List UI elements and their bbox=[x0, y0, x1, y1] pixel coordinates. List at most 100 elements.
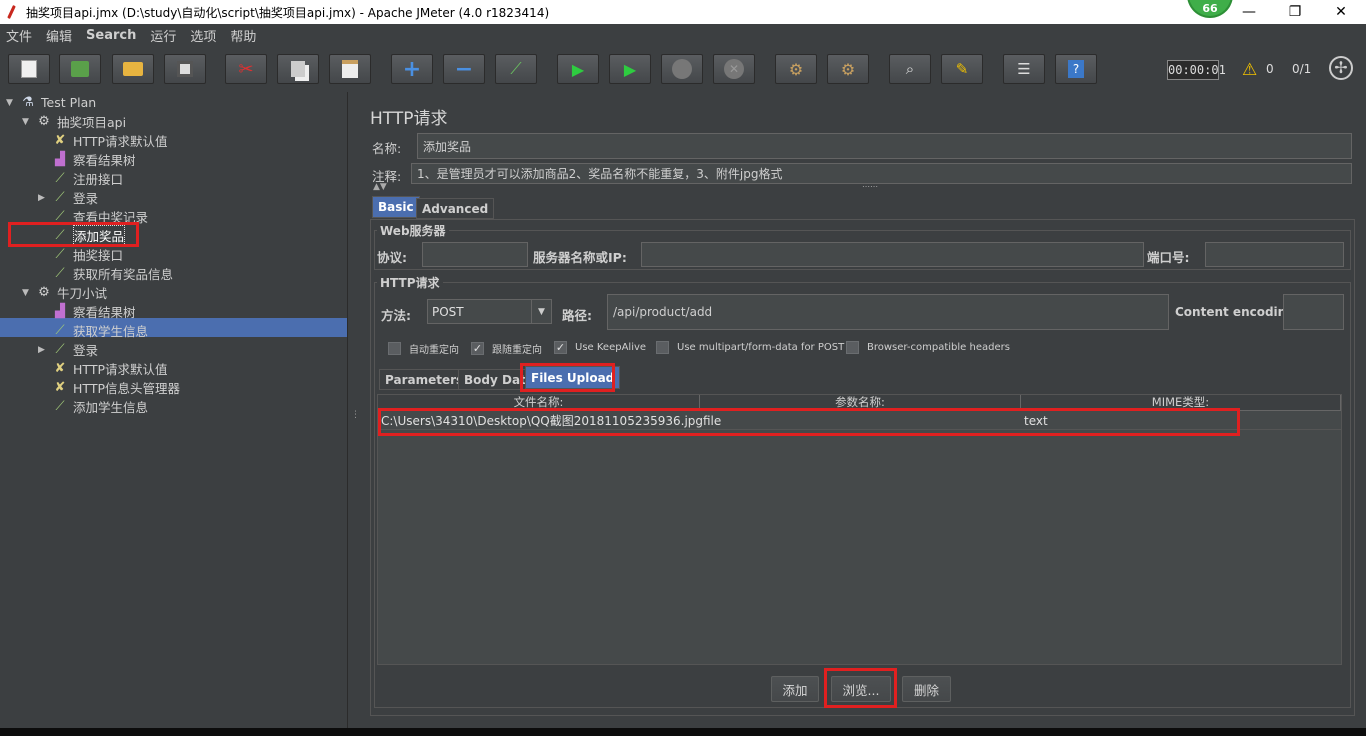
protocol-field[interactable] bbox=[422, 242, 528, 267]
chevron-down-icon[interactable]: ▼ bbox=[22, 288, 32, 298]
add-button[interactable]: 添加 bbox=[771, 676, 819, 702]
search-icon[interactable]: ⌕ bbox=[889, 54, 931, 84]
pipette-icon: ⟋ bbox=[55, 247, 65, 262]
tree-item[interactable]: ▼ ⚗ Test Plan bbox=[6, 93, 96, 112]
menu-options[interactable]: 选项 bbox=[190, 26, 216, 45]
pipette-icon: ⟋ bbox=[55, 266, 65, 281]
tree-item[interactable]: ▶ ⟋ 登录 bbox=[38, 188, 98, 207]
encoding-field[interactable] bbox=[1283, 294, 1344, 330]
cut-icon[interactable]: ✂ bbox=[225, 54, 267, 84]
method-select[interactable]: POST ▼ bbox=[427, 299, 552, 324]
toggle-icon[interactable]: ⟋ bbox=[495, 54, 537, 84]
copy-icon[interactable] bbox=[277, 54, 319, 84]
chevron-down-icon[interactable]: ▼ bbox=[6, 98, 16, 108]
start-no-pause-icon[interactable]: ▶ bbox=[609, 54, 651, 84]
tab-parameters[interactable]: Parameters bbox=[379, 369, 470, 390]
reset-search-icon[interactable]: ✎ bbox=[941, 54, 983, 84]
checkbox-checked-icon[interactable]: ✓ bbox=[554, 341, 567, 354]
tree-item[interactable]: ▼ ⚙ 牛刀小试 bbox=[22, 283, 107, 302]
checkbox-option[interactable]: 自动重定向 bbox=[388, 341, 459, 356]
checkbox-option[interactable]: ✓ 跟随重定向 bbox=[471, 341, 542, 356]
name-label: 名称: bbox=[372, 141, 402, 156]
tree-item[interactable]: ⟋ 获取所有奖品信息 bbox=[38, 264, 173, 283]
maximize-button[interactable]: ❐ bbox=[1272, 0, 1318, 24]
expand-icon[interactable]: + bbox=[391, 54, 433, 84]
save-icon[interactable] bbox=[164, 54, 206, 84]
collapse-arrows-icon[interactable]: ▲▼ bbox=[373, 182, 387, 192]
toolbar: ✂ + − ⟋ ▶ ▶ ✕ ⚙ ⚙ ⌕ ✎ ☰ ? 00:00:01 ⚠ 0 0… bbox=[0, 46, 1366, 92]
minimize-button[interactable]: — bbox=[1226, 0, 1272, 24]
shutdown-icon[interactable]: ✕ bbox=[713, 54, 755, 84]
menu-run[interactable]: 运行 bbox=[150, 26, 176, 45]
templates-icon[interactable] bbox=[59, 54, 101, 84]
chevron-right-icon[interactable]: ▶ bbox=[38, 193, 48, 203]
tree-item[interactable]: ⟋ 抽奖接口 bbox=[38, 245, 123, 264]
wrench-icon: ✘ bbox=[54, 133, 66, 148]
checkbox-label: 跟随重定向 bbox=[492, 345, 542, 356]
menu-help[interactable]: 帮助 bbox=[230, 26, 256, 45]
pipette-icon: ⟋ bbox=[55, 190, 65, 205]
drag-handle-icon[interactable]: ⋯⋯ bbox=[862, 182, 878, 191]
start-icon[interactable]: ▶ bbox=[557, 54, 599, 84]
tree-item[interactable]: ▼ ⚙ 抽奖项目api bbox=[22, 112, 126, 131]
tree-item-label: 察看结果树 bbox=[73, 305, 136, 320]
checkbox-option[interactable]: Use multipart/form-data for POST bbox=[656, 341, 844, 354]
name-field[interactable]: 添加奖品 bbox=[417, 133, 1352, 159]
checkbox-unchecked-icon[interactable] bbox=[656, 341, 669, 354]
wrench-icon: ✘ bbox=[54, 380, 66, 395]
checkbox-checked-icon[interactable]: ✓ bbox=[471, 342, 484, 355]
checkbox-option[interactable]: Browser-compatible headers bbox=[846, 341, 1010, 354]
remote-globe-icon[interactable]: ✢ bbox=[1329, 56, 1353, 80]
function-helper-icon[interactable]: ☰ bbox=[1003, 54, 1045, 84]
clear-all-icon[interactable]: ⚙ bbox=[827, 54, 869, 84]
tree-item[interactable]: ▶ ⟋ 登录 bbox=[38, 340, 98, 359]
method-label: 方法: bbox=[381, 308, 411, 323]
checkbox-option[interactable]: ✓ Use KeepAlive bbox=[554, 341, 646, 354]
chevron-right-icon[interactable]: ▶ bbox=[38, 345, 48, 355]
tree-item[interactable]: ✘ HTTP请求默认值 bbox=[38, 131, 168, 150]
paste-icon[interactable] bbox=[329, 54, 371, 84]
checkbox-unchecked-icon[interactable] bbox=[846, 341, 859, 354]
tab-basic[interactable]: Basic bbox=[372, 196, 420, 218]
port-field[interactable] bbox=[1205, 242, 1344, 267]
tree-item[interactable]: ⟋ 添加学生信息 bbox=[38, 397, 148, 416]
menu-file[interactable]: 文件 bbox=[6, 26, 32, 45]
tree-item[interactable]: ▟ 察看结果树 bbox=[38, 302, 136, 321]
tab-advanced[interactable]: Advanced bbox=[416, 198, 495, 219]
path-field[interactable]: /api/product/add bbox=[607, 294, 1169, 330]
close-button[interactable]: ✕ bbox=[1318, 0, 1364, 24]
open-icon[interactable] bbox=[112, 54, 154, 84]
collapse-icon[interactable]: − bbox=[443, 54, 485, 84]
chevron-down-icon[interactable]: ▼ bbox=[22, 117, 32, 127]
testplan-icon: ⚗ bbox=[22, 95, 34, 110]
delete-button[interactable]: 删除 bbox=[902, 676, 951, 702]
window-title: 抽奖项目api.jmx (D:\study\自动化\script\抽奖项目api… bbox=[26, 5, 550, 20]
jmeter-feather-icon bbox=[4, 4, 20, 20]
pipette-icon: ⟋ bbox=[55, 399, 65, 414]
web-server-legend: Web服务器 bbox=[377, 222, 449, 239]
tree-item[interactable]: ▟ 察看结果树 bbox=[38, 150, 136, 169]
title-bar: 抽奖项目api.jmx (D:\study\自动化\script\抽奖项目api… bbox=[0, 0, 1366, 24]
clear-icon[interactable]: ⚙ bbox=[775, 54, 817, 84]
gear-icon: ⚙ bbox=[38, 114, 50, 129]
stop-icon[interactable] bbox=[661, 54, 703, 84]
warning-count: 0 bbox=[1266, 62, 1274, 76]
menu-edit[interactable]: 编辑 bbox=[46, 26, 72, 45]
tree-item-label: Test Plan bbox=[41, 95, 97, 110]
chevron-down-icon[interactable]: ▼ bbox=[531, 300, 551, 323]
tree-item-label: 抽奖接口 bbox=[73, 248, 124, 263]
help-icon[interactable]: ? bbox=[1055, 54, 1097, 84]
gear-icon: ⚙ bbox=[38, 285, 50, 300]
menu-search[interactable]: Search bbox=[86, 28, 136, 43]
comment-field[interactable]: 1、是管理员才可以添加商品2、奖品名称不能重复，3、附件jpg格式 bbox=[411, 163, 1352, 184]
tree-item[interactable]: ⟋ 注册接口 bbox=[38, 169, 123, 188]
checkbox-unchecked-icon[interactable] bbox=[388, 342, 401, 355]
warning-icon[interactable]: ⚠ bbox=[1242, 60, 1257, 80]
pane-splitter[interactable]: ⋮ bbox=[347, 92, 360, 728]
server-field[interactable] bbox=[641, 242, 1144, 267]
tree-item[interactable]: ⟋ 获取学生信息 bbox=[38, 321, 148, 340]
tree-item[interactable]: ✘ HTTP信息头管理器 bbox=[38, 378, 180, 397]
chart-icon: ▟ bbox=[55, 152, 65, 167]
tree-item[interactable]: ✘ HTTP请求默认值 bbox=[38, 359, 168, 378]
new-icon[interactable] bbox=[8, 54, 50, 84]
